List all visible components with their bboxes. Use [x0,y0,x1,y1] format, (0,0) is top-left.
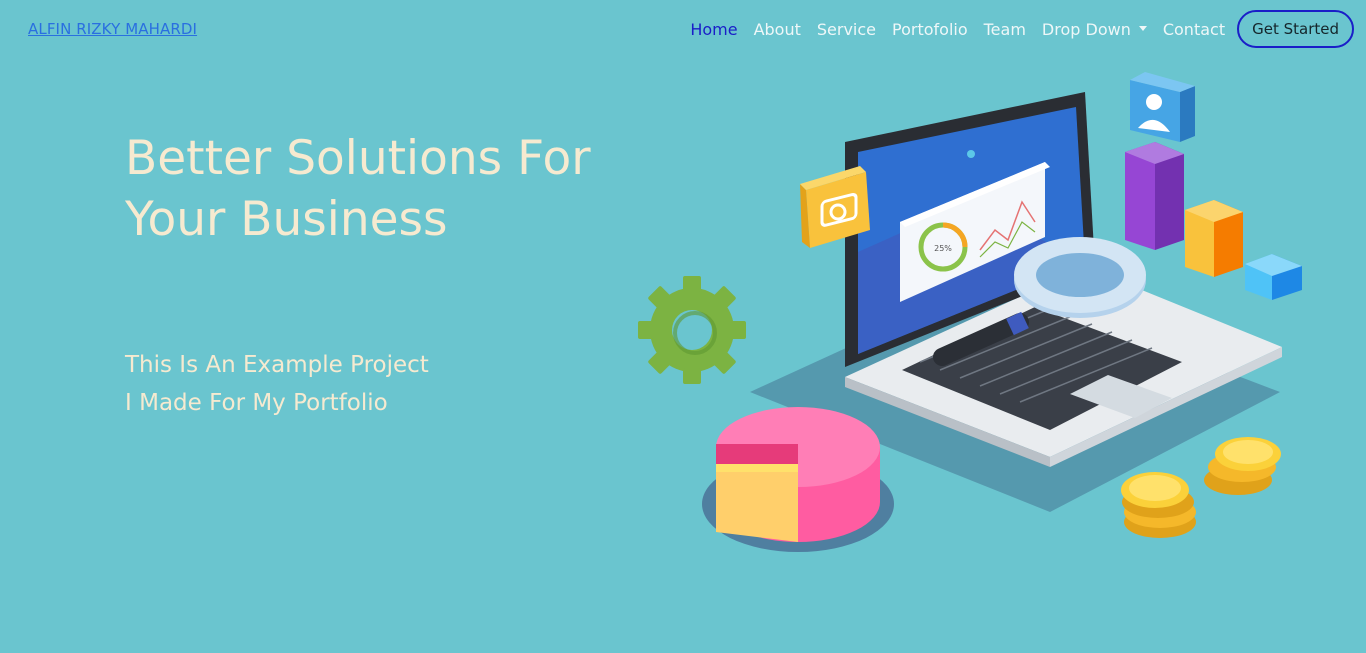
hero-title-line2: Your Business [125,192,448,247]
brand-link[interactable]: ALFIN RIZKY MAHARDI [28,20,197,38]
donut-chart-label: 25% [934,244,952,253]
purple-bar-icon [1125,142,1184,250]
nav-contact[interactable]: Contact [1163,20,1225,39]
cyan-bar-icon [1245,254,1302,300]
hero-subtitle-line2: I Made For My Portfolio [125,390,388,416]
get-started-button[interactable]: Get Started [1237,10,1354,48]
nav-about[interactable]: About [754,20,801,39]
hero-title: Better Solutions For Your Business [125,128,645,250]
caret-down-icon [1138,25,1147,31]
hero-subtitle-line1: This Is An Example Project [125,352,429,378]
gear-icon [638,276,746,384]
main-nav: Home About Service Portofolio Team Drop … [690,8,1354,50]
nav-home[interactable]: Home [690,20,737,39]
pie-chart-icon [702,407,894,552]
nav-service[interactable]: Service [817,20,876,39]
user-profile-icon [1130,72,1195,142]
orange-bar-icon [1185,200,1243,277]
magnifier-collar [1006,311,1029,336]
nav-drop-down-label: Drop Down [1041,19,1131,39]
webcam-icon [967,150,975,158]
nav-portofolio[interactable]: Portofolio [892,20,968,39]
page: ALFIN RIZKY MAHARDI Home About Service P… [0,0,1366,653]
nav-team[interactable]: Team [984,20,1026,39]
hero-subtitle: This Is An Example Project I Made For My… [125,346,545,422]
hero-title-line1: Better Solutions For [125,131,591,186]
magnifier-lens [1036,253,1124,297]
nav-drop-down[interactable]: Drop Down [1042,20,1147,39]
hero-illustration: 25% [638,72,1302,552]
